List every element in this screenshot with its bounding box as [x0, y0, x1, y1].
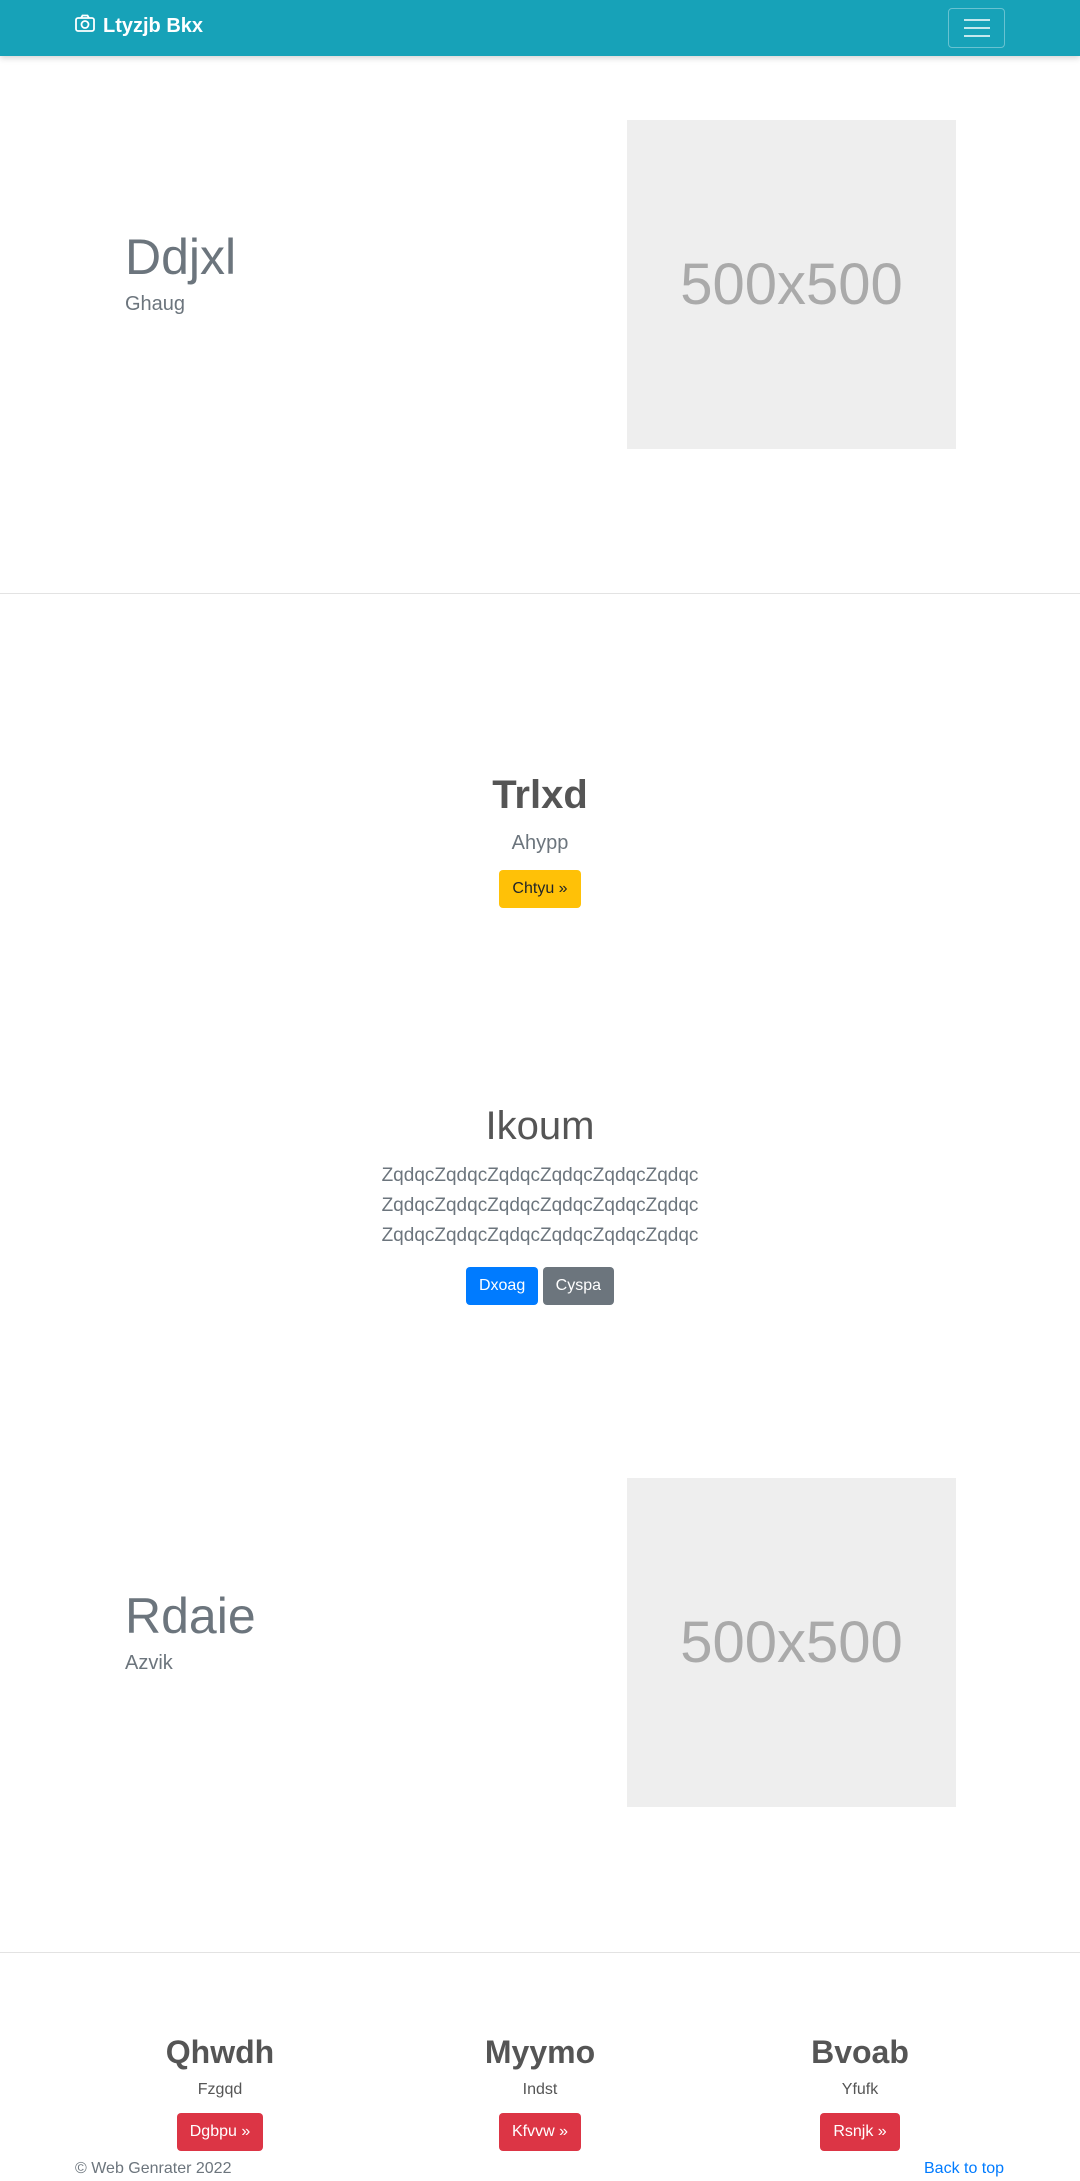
navbar-brand[interactable]: Ltyzjb Bkx [75, 14, 203, 38]
divider [0, 593, 1080, 594]
column-text: Fzgqd [197, 2081, 243, 2098]
image-label: 500x500 [680, 252, 903, 317]
hero-lead: ZqdqcZqdqcZqdqcZqdqcZqdqcZqdqc ZqdqcZqdq… [0, 1161, 1080, 1251]
column-text: Indst [522, 2081, 558, 2098]
column-qhwdh: Qhwdh Fzgqd Dgbpu » [70, 2034, 370, 2151]
chtyu-button[interactable]: Chtyu » [499, 870, 581, 908]
lead-line: ZqdqcZqdqcZqdqcZqdqcZqdqcZqdqc [381, 1165, 699, 1186]
kfvvw-button[interactable]: Kfvvw » [498, 2113, 581, 2151]
cyspa-button[interactable]: Cyspa [542, 1267, 615, 1305]
hero-ikoum: Ikoum ZqdqcZqdqcZqdqcZqdqcZqdqcZqdqc Zqd… [0, 1104, 1080, 1305]
menu-toggle-button[interactable] [948, 8, 1005, 48]
feature-subtitle: Azvik [125, 1652, 173, 1674]
dxoag-button[interactable]: Dxoag [465, 1267, 539, 1305]
placeholder-image: 500x500 [627, 120, 956, 449]
column-title: Bvoab [811, 2034, 909, 2070]
column-text: Yfufk [841, 2081, 879, 2098]
back-to-top-link[interactable]: Back to top [924, 2160, 1004, 2178]
image-label: 500x500 [680, 1610, 903, 1675]
placeholder-image: 500x500 [627, 1478, 956, 1807]
divider [0, 1952, 1080, 1953]
feature-subtitle: Ghaug [125, 293, 186, 315]
hero-title: Trlxd [492, 773, 588, 817]
navbar: Ltyzjb Bkx [0, 0, 1080, 56]
hero-title: Ikoum [485, 1104, 595, 1148]
lead-line: ZqdqcZqdqcZqdqcZqdqcZqdqcZqdqc [381, 1195, 699, 1216]
brand-label: Ltyzjb Bkx [103, 14, 204, 37]
lead-line: ZqdqcZqdqcZqdqcZqdqcZqdqcZqdqc [381, 1225, 699, 1246]
rsnjk-button[interactable]: Rsnjk » [820, 2113, 900, 2151]
camera-icon [75, 14, 103, 38]
hero-trlxd: Trlxd Ahypp Chtyu » [0, 773, 1080, 908]
hero-subtitle: Ahypp [511, 832, 569, 854]
column-title: Myymo [484, 2034, 596, 2070]
column-myymo: Myymo Indst Kfvvw » [390, 2034, 690, 2151]
feature-title: Rdaie [125, 1588, 256, 1644]
column-title: Qhwdh [165, 2034, 275, 2070]
column-bvoab: Bvoab Yfufk Rsnjk » [710, 2034, 1010, 2151]
hamburger-icon [963, 19, 990, 21]
footer-copyright: © Web Genrater 2022 [75, 2160, 232, 2177]
feature-title: Ddjxl [125, 229, 237, 285]
dgbpu-button[interactable]: Dgbpu » [176, 2113, 264, 2151]
